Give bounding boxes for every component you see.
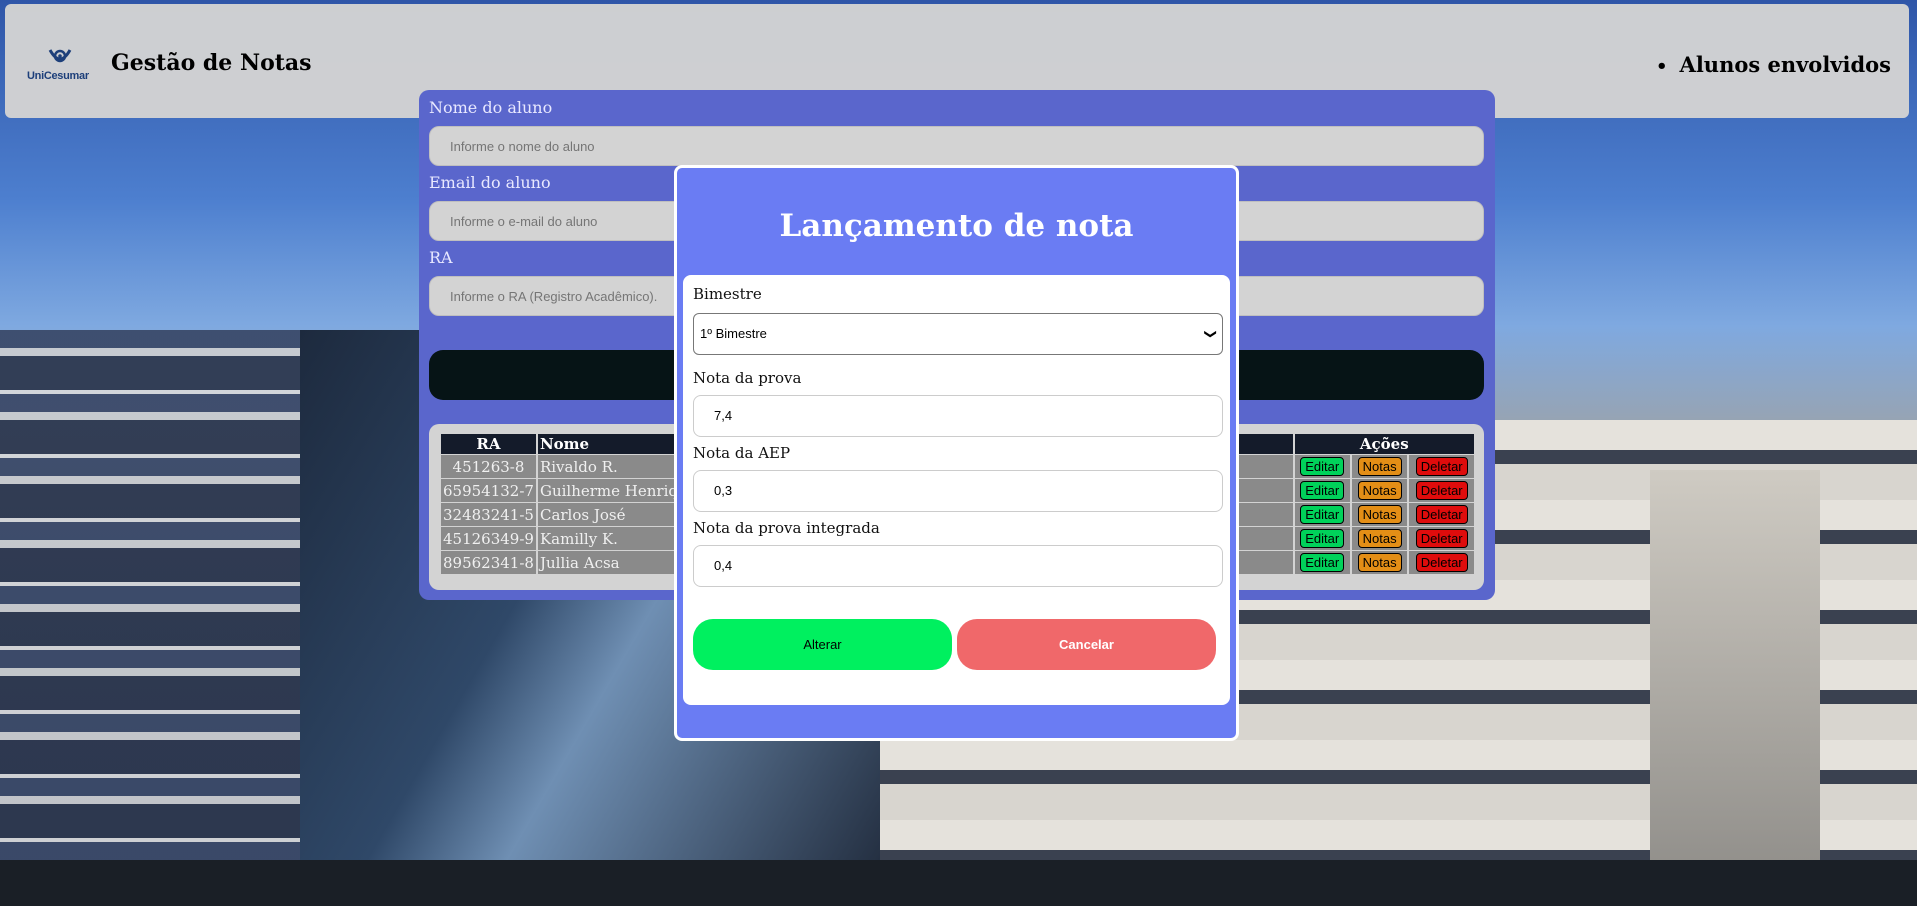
aep-input[interactable]: 0,3 [693, 470, 1223, 512]
cell-ra: 32483241-5 [441, 503, 536, 526]
integrada-input[interactable]: 0,4 [693, 545, 1223, 587]
background-ground [0, 860, 1917, 906]
ra-label: RA [429, 248, 453, 267]
bimestre-selected-value: 1º Bimestre [700, 326, 767, 341]
notes-button[interactable]: Notas [1357, 481, 1402, 500]
delete-button[interactable]: Deletar [1415, 553, 1468, 572]
prova-label: Nota da prova [693, 369, 802, 387]
background-tower [1650, 470, 1820, 906]
edit-button[interactable]: Editar [1300, 529, 1345, 548]
chevron-down-icon: ❯ [1203, 328, 1218, 340]
column-header-ra: RA [441, 434, 536, 454]
notes-button[interactable]: Notas [1357, 529, 1402, 548]
delete-button[interactable]: Deletar [1415, 457, 1468, 476]
aep-label: Nota da AEP [693, 444, 791, 462]
modal-title: Lançamento de nota [779, 208, 1134, 244]
cell-ra: 45126349-9 [441, 527, 536, 550]
integrada-label: Nota da prova integrada [693, 519, 880, 537]
bimestre-select[interactable]: 1º Bimestre ❯ [693, 313, 1223, 355]
modal-body: Bimestre 1º Bimestre ❯ Nota da prova 7,4… [683, 275, 1230, 705]
cancelar-button[interactable]: Cancelar [957, 619, 1216, 670]
cell-ra: 65954132-7 [441, 479, 536, 502]
unicesumar-logo[interactable]: UniCesumar [27, 48, 93, 86]
column-header-actions: Ações [1294, 434, 1474, 454]
alterar-button[interactable]: Alterar [693, 619, 952, 670]
prova-input[interactable]: 7,4 [693, 395, 1223, 437]
name-input[interactable] [429, 126, 1484, 166]
delete-button[interactable]: Deletar [1415, 529, 1468, 548]
email-label: Email do aluno [429, 173, 551, 192]
edit-button[interactable]: Editar [1300, 457, 1345, 476]
nav-alunos-envolvidos[interactable]: Alunos envolvidos [1656, 52, 1891, 77]
app-title: Gestão de Notas [111, 50, 312, 76]
logo-emblem-icon [48, 49, 72, 63]
notes-button[interactable]: Notas [1357, 553, 1402, 572]
cell-ra: 451263-8 [441, 455, 536, 478]
edit-button[interactable]: Editar [1300, 505, 1345, 524]
edit-button[interactable]: Editar [1300, 481, 1345, 500]
name-label: Nome do aluno [429, 98, 553, 117]
edit-button[interactable]: Editar [1300, 553, 1345, 572]
background-building-left [0, 330, 330, 906]
grade-entry-modal: Lançamento de nota Bimestre 1º Bimestre … [674, 165, 1239, 741]
bimestre-label: Bimestre [693, 285, 762, 303]
logo-text: UniCesumar [27, 70, 89, 82]
delete-button[interactable]: Deletar [1415, 505, 1468, 524]
delete-button[interactable]: Deletar [1415, 481, 1468, 500]
notes-button[interactable]: Notas [1357, 457, 1402, 476]
cell-ra: 89562341-8 [441, 551, 536, 574]
notes-button[interactable]: Notas [1357, 505, 1402, 524]
